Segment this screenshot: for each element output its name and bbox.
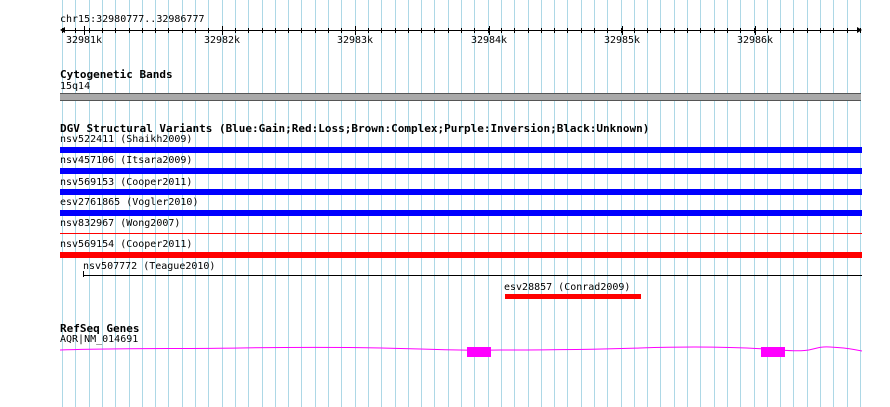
ruler-minor-tick xyxy=(102,28,103,33)
ruler-minor-tick xyxy=(581,28,582,33)
variant-bar-nsv522411[interactable] xyxy=(60,147,862,153)
ruler-minor-tick xyxy=(235,28,236,33)
ruler-minor-tick xyxy=(208,28,209,33)
ruler-minor-tick xyxy=(674,28,675,33)
ruler-minor-tick xyxy=(129,28,130,33)
ruler-minor-tick xyxy=(567,28,568,33)
ruler-minor-tick xyxy=(820,28,821,33)
ruler-major-tick xyxy=(622,26,623,35)
ruler-major-tick xyxy=(222,26,223,35)
ruler-major-tick xyxy=(355,26,356,35)
ruler-minor-tick xyxy=(341,28,342,33)
ruler-minor-tick xyxy=(501,28,502,33)
ruler-minor-tick xyxy=(62,28,63,33)
variant-bar-nsv832967[interactable] xyxy=(60,233,862,234)
variant-label-nsv457106: nsv457106 (Itsara2009) xyxy=(60,155,193,166)
ruler-minor-tick xyxy=(155,28,156,33)
ruler-major-tick xyxy=(755,26,756,35)
ruler-minor-tick xyxy=(395,28,396,33)
track-content: chr15:32980777..32986777 32981k 32982k 3… xyxy=(0,0,890,407)
ruler-minor-tick xyxy=(195,28,196,33)
ruler-minor-tick xyxy=(714,28,715,33)
ruler-tick-label-32984k: 32984k xyxy=(470,35,508,46)
ruler-minor-tick xyxy=(262,28,263,33)
ruler-minor-tick xyxy=(248,28,249,33)
ruler-minor-tick xyxy=(315,28,316,33)
ruler-minor-tick xyxy=(142,28,143,33)
ruler-minor-tick xyxy=(528,28,529,33)
variant-bar-nsv569154[interactable] xyxy=(60,252,862,258)
ruler-minor-tick xyxy=(767,28,768,33)
variant-start-tick-nsv507772 xyxy=(83,271,84,277)
variant-label-nsv569154: nsv569154 (Cooper2011) xyxy=(60,239,193,250)
ruler-minor-tick xyxy=(448,28,449,33)
cytoband-bar[interactable] xyxy=(60,93,861,101)
ruler-minor-tick xyxy=(647,28,648,33)
ruler-tick-label-32985k: 32985k xyxy=(603,35,641,46)
ruler-minor-tick xyxy=(554,28,555,33)
variant-label-nsv569153: nsv569153 (Cooper2011) xyxy=(60,177,193,188)
ruler-minor-tick xyxy=(301,28,302,33)
variant-bar-nsv507772[interactable] xyxy=(83,275,862,276)
variant-label-nsv507772: nsv507772 (Teague2010) xyxy=(83,261,216,272)
ruler-minor-tick xyxy=(807,28,808,33)
genome-browser-canvas: chr15:32980777..32986777 32981k 32982k 3… xyxy=(0,0,890,407)
ruler-minor-tick xyxy=(634,28,635,33)
variant-bar-esv28857[interactable] xyxy=(505,294,641,299)
ruler-minor-tick xyxy=(115,28,116,33)
ruler-minor-tick xyxy=(288,28,289,33)
cytogenetic-bands-title: Cytogenetic Bands xyxy=(60,68,173,81)
ruler-minor-tick xyxy=(434,28,435,33)
ruler-minor-tick xyxy=(275,28,276,33)
ruler-minor-tick xyxy=(381,28,382,33)
ruler-minor-tick xyxy=(793,28,794,33)
variant-label-esv28857: esv28857 (Conrad2009) xyxy=(504,282,631,293)
ruler-minor-tick xyxy=(461,28,462,33)
gene-exon-2[interactable] xyxy=(761,347,785,357)
ruler-tick-label-32982k: 32982k xyxy=(203,35,241,46)
ruler-minor-tick xyxy=(594,28,595,33)
ruler-minor-tick xyxy=(740,28,741,33)
ruler-minor-tick xyxy=(168,28,169,33)
ruler-tick-label-32986k: 32986k xyxy=(736,35,774,46)
variant-bar-nsv569153[interactable] xyxy=(60,189,862,195)
ruler-minor-tick xyxy=(182,28,183,33)
ruler-minor-tick xyxy=(847,28,848,33)
ruler-minor-tick xyxy=(780,28,781,33)
ruler-tick-label-32983k: 32983k xyxy=(336,35,374,46)
ruler-minor-tick xyxy=(368,28,369,33)
ruler-minor-tick xyxy=(687,28,688,33)
gene-intron-line[interactable] xyxy=(59,341,863,361)
ruler-tick-label-32981k: 32981k xyxy=(65,35,103,46)
ruler-minor-tick xyxy=(408,28,409,33)
ruler-minor-tick xyxy=(474,28,475,33)
ruler-minor-tick xyxy=(660,28,661,33)
ruler-minor-tick xyxy=(860,28,861,33)
ruler-minor-tick xyxy=(607,28,608,33)
ruler-major-tick xyxy=(84,26,85,35)
variant-bar-nsv457106[interactable] xyxy=(60,168,862,174)
ruler-minor-tick xyxy=(700,28,701,33)
variant-label-nsv832967: nsv832967 (Wong2007) xyxy=(60,218,181,229)
ruler-minor-tick xyxy=(514,28,515,33)
ruler-major-tick xyxy=(489,26,490,35)
ruler-position-label: chr15:32980777..32986777 xyxy=(60,14,205,25)
variant-label-esv2761865: esv2761865 (Vogler2010) xyxy=(60,197,199,208)
ruler-minor-tick xyxy=(727,28,728,33)
ruler-minor-tick xyxy=(541,28,542,33)
ruler-minor-tick xyxy=(421,28,422,33)
ruler-minor-tick xyxy=(89,28,90,33)
ruler-minor-tick xyxy=(75,28,76,33)
gene-exon-1[interactable] xyxy=(467,347,491,357)
ruler-minor-tick xyxy=(833,28,834,33)
variant-label-nsv522411: nsv522411 (Shaikh2009) xyxy=(60,134,193,145)
variant-bar-esv2761865[interactable] xyxy=(60,210,862,216)
cytoband-label: 15q14 xyxy=(60,81,91,92)
ruler-minor-tick xyxy=(328,28,329,33)
